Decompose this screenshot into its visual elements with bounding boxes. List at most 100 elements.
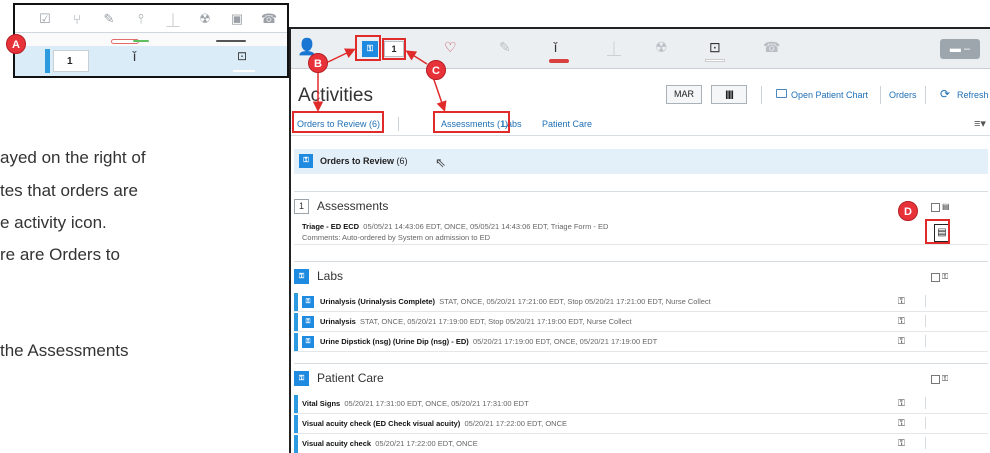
section-divider [294, 363, 988, 364]
tab-labs[interactable]: Labs [502, 119, 522, 129]
dark-status-line [216, 40, 246, 42]
list-item[interactable]: Visual acuity check 05/20/21 17:22:00 ED… [294, 435, 988, 453]
test-tube-status [549, 59, 569, 63]
page-title: Activities [298, 85, 373, 106]
briefcase-icon[interactable]: ⊡ [709, 39, 721, 56]
body-text-line-1: ayed on the right of [0, 148, 146, 167]
briefcase-icon: ▣ [230, 11, 244, 26]
activity-icon[interactable]: ⚿ [362, 41, 378, 57]
body-text-line-4: re are Orders to [0, 245, 120, 264]
item-bar [294, 415, 298, 433]
briefcase-status-line [233, 70, 255, 72]
refresh-icon[interactable]: ⟳ [940, 87, 950, 101]
heartbeat-icon[interactable]: ⏊ [607, 39, 621, 59]
activity-icon: ⚿ [294, 371, 309, 387]
list-item[interactable]: ⚿ Urinalysis STAT, ONCE, 05/20/21 17:19:… [294, 313, 988, 332]
item-line: Urine Dipstick (nsg) (Urine Dip (nsg) - … [320, 337, 657, 346]
list-item[interactable]: Vital Signs 05/20/21 17:31:00 EDT, ONCE,… [294, 395, 988, 414]
activity-icon: ⚿ [294, 269, 309, 285]
row-divider [925, 397, 926, 409]
section-divider [294, 191, 988, 192]
checklist-icon: ☑ [39, 11, 51, 26]
row-divider [925, 295, 926, 307]
green-status-line [133, 40, 149, 42]
item-detail: STAT, ONCE, 05/20/21 17:19:00 EDT, Stop … [360, 317, 632, 326]
phone-icon[interactable]: ☎ [763, 39, 780, 56]
list-item[interactable]: Visual acuity check (ED Check visual acu… [294, 415, 988, 434]
item-line: Triage - ED ECD 05/05/21 14:43:06 EDT, O… [302, 222, 608, 231]
item-bar [294, 435, 298, 453]
document-icon[interactable]: ▤ [934, 224, 950, 242]
orders-link[interactable]: Orders [889, 90, 917, 100]
activity-tabs: Orders to Review (6) Assessments (1) Lab… [291, 115, 990, 136]
orders-to-review-count: (6) [396, 156, 408, 166]
activity-small-icon[interactable]: ⚿ [898, 316, 905, 327]
activity-count[interactable]: 1 [384, 41, 404, 57]
item-line: Urinalysis STAT, ONCE, 05/20/21 17:19:00… [320, 317, 632, 326]
patient-care-select-all-checkbox[interactable] [931, 375, 940, 384]
item-name: Visual acuity check (ED Check visual acu… [302, 419, 461, 428]
labs-heading: Labs [317, 269, 344, 283]
tab-assessments[interactable]: Assessments (1) [441, 119, 508, 129]
list-item[interactable]: ⚿ Urine Dipstick (nsg) (Urine Dip (nsg) … [294, 333, 988, 352]
tab-patient-care[interactable]: Patient Care [542, 119, 592, 129]
radiation-icon: ☢ [199, 11, 211, 26]
activity-icon: ⚿ [299, 154, 313, 168]
heartbeat-icon: ⏊ [166, 12, 180, 28]
item-bar [294, 293, 298, 311]
activity-small-icon[interactable]: ⚿ [898, 438, 905, 449]
item-detail: 05/20/21 17:22:00 EDT, ONCE [375, 439, 478, 448]
inset-status-row [15, 33, 287, 46]
tab-menu-icon[interactable]: ≡▾ [974, 117, 986, 130]
pencil-icon[interactable]: ✎ [499, 39, 511, 56]
inset-selected-row: 1 ǐ ⊡ [15, 46, 287, 76]
briefcase-status [705, 59, 725, 62]
activity-small-icon[interactable]: ⚿ [898, 398, 905, 409]
callout-c-badge: C [426, 60, 446, 80]
activity-small-icon[interactable]: ⚿ [898, 418, 905, 429]
activity-small-icon: ⚿ [942, 272, 949, 281]
item-line: Vital Signs 05/20/21 17:31:00 EDT, ONCE,… [302, 399, 529, 408]
inset-count-box: 1 [53, 50, 89, 72]
pencil-icon: ✎ [103, 11, 115, 26]
item-bar [294, 395, 298, 413]
body-text-line-2: tes that orders are [0, 181, 138, 200]
test-tube-icon: ⫯ [138, 11, 144, 26]
banner-menu-button[interactable]: ▬ – [940, 39, 980, 59]
test-tube-icon[interactable]: ǐ [554, 39, 557, 55]
callout-a-badge: A [6, 34, 26, 54]
folder-icon[interactable] [776, 89, 787, 98]
item-line: Urinalysis (Urinalysis Complete) STAT, O… [320, 297, 711, 306]
inset-zoom-panel: ☑ ⑂ ✎ ⫯ ⏊ ☢ ▣ ☎ 1 ǐ ⊡ [13, 3, 289, 78]
patient-banner: 👤 ⚿ 1 ♡ ✎ ǐ ⏊ ☢ ⊡ ☎ ▬ – [291, 29, 990, 69]
item-name: Urinalysis (Urinalysis Complete) [320, 297, 436, 306]
activities-screenshot: 👤 ⚿ 1 ♡ ✎ ǐ ⏊ ☢ ⊡ ☎ ▬ – Activities MAR |… [289, 27, 990, 453]
labs-section-header: ⚿ Labs [294, 269, 344, 285]
activity-small-icon[interactable]: ⚿ [898, 336, 905, 347]
list-item[interactable]: ⚿ Urinalysis (Urinalysis Complete) STAT,… [294, 293, 988, 312]
item-line: Visual acuity check 05/20/21 17:22:00 ED… [302, 439, 478, 448]
document-icon: ▤ [942, 202, 950, 211]
mouse-cursor-icon: ⇖ [435, 155, 446, 170]
row-divider [925, 315, 926, 327]
open-patient-chart-link[interactable]: Open Patient Chart [791, 90, 868, 100]
activity-small-icon: ⚿ [942, 374, 949, 383]
mar-button[interactable]: MAR [666, 85, 702, 104]
barcode-button[interactable]: ||||| [711, 85, 747, 104]
selection-bar [45, 49, 50, 73]
toolbar-divider [880, 86, 881, 104]
body-text-line-3: e activity icon. [0, 213, 107, 232]
orders-to-review-text: Orders to Review [320, 156, 395, 166]
assessments-select-all-checkbox[interactable] [931, 203, 940, 212]
item-name: Visual acuity check [302, 439, 372, 448]
list-item[interactable]: Triage - ED ECD 05/05/21 14:43:06 EDT, O… [294, 219, 988, 245]
tab-orders-to-review[interactable]: Orders to Review (6) [297, 119, 380, 129]
item-comments: Comments: Auto-ordered by System on admi… [302, 233, 490, 242]
labs-select-all-checkbox[interactable] [931, 273, 940, 282]
heart-icon[interactable]: ♡ [444, 39, 457, 56]
activity-small-icon[interactable]: ⚿ [898, 296, 905, 307]
refresh-link[interactable]: Refresh [957, 90, 989, 100]
callout-d-badge: D [898, 201, 918, 221]
orders-to-review-row[interactable]: ⚿ Orders to Review (6) [294, 149, 988, 174]
radiation-icon[interactable]: ☢ [655, 39, 668, 56]
